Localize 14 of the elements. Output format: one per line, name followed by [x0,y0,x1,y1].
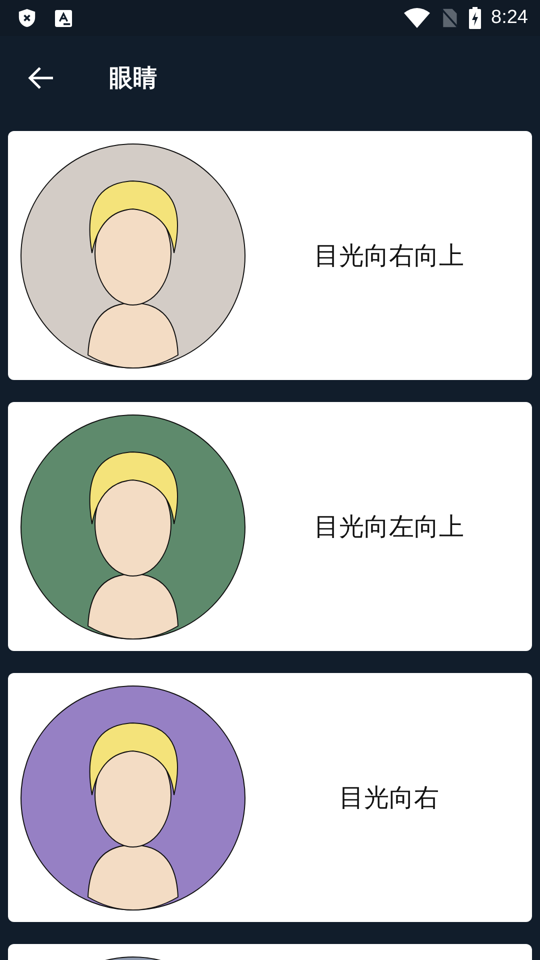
list-card[interactable]: 目光向右向上 [8,131,532,380]
back-arrow-icon[interactable] [28,66,54,90]
status-time: 8:24 [491,7,528,29]
battery-icon [469,7,482,29]
wifi-icon [404,8,430,28]
no-sim-icon [440,8,460,28]
list-card[interactable]: 目光向右 [8,673,532,922]
item-label: 目光向左向上 [313,511,465,543]
shield-icon [18,8,36,28]
item-label: 目光向右 [338,782,440,814]
page-title: 眼睛 [109,63,157,94]
keyboard-icon [55,10,72,26]
item-label: 目光向右向上 [313,240,465,272]
list-card[interactable]: 目光向左向上 [8,402,532,651]
